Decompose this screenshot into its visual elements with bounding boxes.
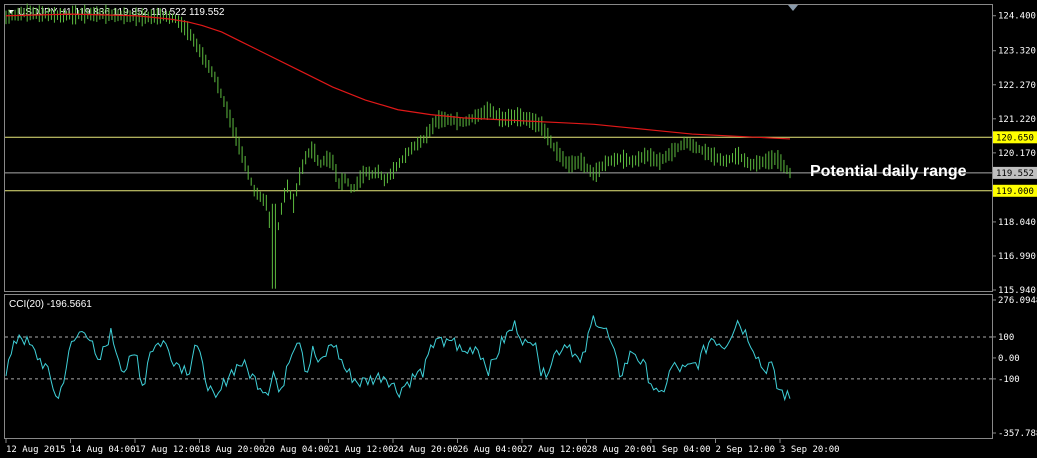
level-label: 119.552 (996, 169, 1034, 179)
price-tick-label: 120.170 (998, 149, 1036, 159)
price-tick-label: 116.990 (998, 252, 1036, 262)
price-tick-label: 123.320 (998, 47, 1036, 57)
chart-area[interactable]: USDJPY,H1 119.836 119.852 119.522 119.55… (0, 0, 1037, 458)
time-tick-label: 18 Aug 20:00 (200, 445, 265, 455)
time-tick-label: 12 Aug 2015 (6, 445, 66, 455)
time-tick-label: 28 Aug 20:00 (587, 445, 652, 455)
cci-tick-label: 0.00 (998, 354, 1020, 364)
price-tick-label: 121.220 (998, 115, 1036, 125)
level-label: 119.000 (996, 187, 1034, 197)
cci-tick-label: 100 (998, 333, 1014, 343)
time-tick-label: 3 Sep 20:00 (780, 445, 840, 455)
cci-tick-label: 276.0948 (998, 296, 1037, 306)
cci-tick-label: -357.7888 (998, 429, 1037, 439)
cci-tick-label: -100 (998, 375, 1020, 385)
time-tick-label: 27 Aug 12:00 (522, 445, 587, 455)
trading-terminal: USDJPY,H1 119.836 119.852 119.522 119.55… (0, 0, 1037, 458)
time-tick-label: 20 Aug 04:00 (264, 445, 329, 455)
price-tick-label: 115.940 (998, 286, 1036, 296)
price-axis: 124.400 123.320 122.270 121.220 120.170 118.0… (992, 12, 1036, 296)
time-tick-label: 1 Sep 04:00 (651, 445, 711, 455)
chart-background (0, 0, 1037, 458)
price-tick-label: 122.270 (998, 81, 1036, 91)
time-tick-label: 24 Aug 20:00 (393, 445, 458, 455)
time-tick-label: 14 Aug 04:00 (71, 445, 136, 455)
time-tick-label: 21 Aug 12:00 (329, 445, 394, 455)
time-tick-label: 2 Sep 12:00 (716, 445, 776, 455)
time-tick-label: 26 Aug 04:00 (458, 445, 523, 455)
price-tick-label: 124.400 (998, 12, 1036, 22)
cci-label: CCI(20) -196.5661 (9, 299, 92, 310)
level-label: 120.650 (996, 133, 1034, 143)
price-tick-label: 118.040 (998, 218, 1036, 228)
time-tick-label: 17 Aug 12:00 (135, 445, 200, 455)
range-annotation: Potential daily range (810, 163, 967, 180)
